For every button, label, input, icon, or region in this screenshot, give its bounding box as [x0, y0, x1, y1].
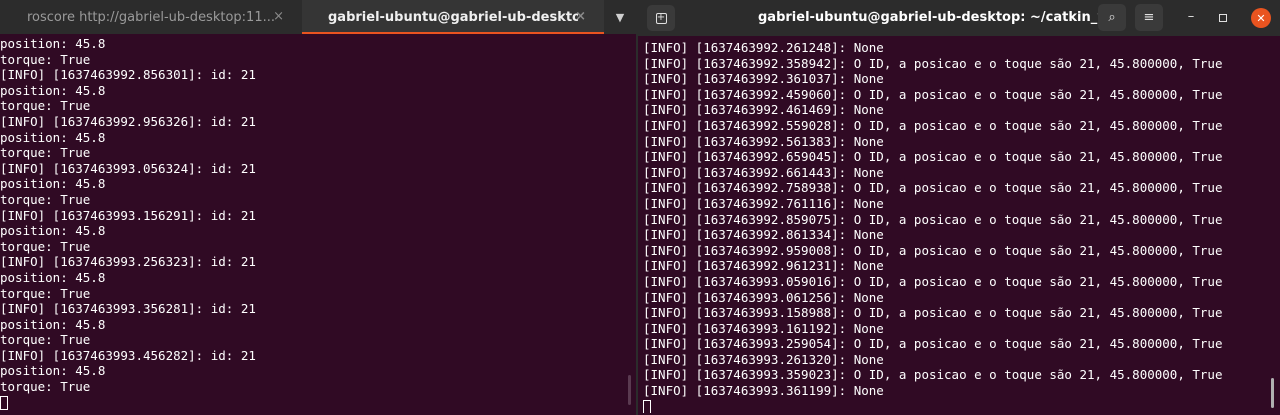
terminal-line: [INFO] [1637463992.956326]: id: 21 — [0, 113, 256, 129]
scrollbar[interactable] — [1271, 378, 1274, 408]
terminal-line: torque: True — [0, 285, 91, 301]
terminal-line: position: 45.8 — [0, 129, 106, 145]
terminal-line: [INFO] [1637463992.559028]: O ID, a posi… — [643, 117, 1223, 133]
close-button[interactable]: ✕ — [1251, 8, 1271, 28]
terminal-line: [INFO] [1637463993.158988]: O ID, a posi… — [643, 305, 1223, 321]
terminal-output-right[interactable]: [INFO] [1637463992.261248]: None [INFO] [… — [643, 40, 1273, 413]
terminal-line: torque: True — [0, 332, 91, 348]
terminal-line: [INFO] [1637463992.856301]: id: 21 — [0, 67, 256, 83]
terminal-line: [INFO] [1637463993.061256]: None — [643, 289, 884, 305]
tab-shell[interactable]: gabriel-ubuntu@gabriel-ub-desktop: ... × — [302, 0, 604, 34]
tab-roscore[interactable]: roscore http://gabriel-ub-desktop:11... … — [0, 0, 302, 34]
terminal-cursor — [0, 395, 8, 410]
terminal-line: [INFO] [1637463992.459060]: O ID, a posi… — [643, 86, 1223, 102]
terminal-line: torque: True — [0, 238, 91, 254]
prompt-line — [643, 399, 1273, 413]
terminal-line: torque: True — [0, 191, 91, 207]
terminal-line: [INFO] [1637463993.056324]: id: 21 — [0, 160, 256, 176]
right-terminal-window: + gabriel-ubuntu@gabriel-ub-desktop: ~/c… — [638, 0, 1280, 415]
tab-bar: roscore http://gabriel-ub-desktop:11... … — [0, 0, 636, 34]
close-icon: ✕ — [1256, 11, 1266, 25]
terminal-line: [INFO] [1637463992.561383]: None — [643, 133, 884, 149]
terminal-line: position: 45.8 — [0, 36, 106, 51]
header-bar: + gabriel-ubuntu@gabriel-ub-desktop: ~/c… — [638, 0, 1280, 36]
tab-label: gabriel-ubuntu@gabriel-ub-desktop: ... — [328, 9, 578, 25]
terminal-line: [INFO] [1637463992.661443]: None — [643, 164, 884, 180]
left-terminal-window: roscore http://gabriel-ub-desktop:11... … — [0, 0, 636, 415]
terminal-output-left[interactable]: position: 45.8 torque: True [INFO] [163746… — [0, 36, 630, 411]
terminal-line: torque: True — [0, 51, 91, 67]
terminal-line: [INFO] [1637463992.358942]: O ID, a posi… — [643, 55, 1223, 71]
terminal-line: position: 45.8 — [0, 223, 106, 239]
hamburger-menu-icon: ≡ — [1143, 10, 1155, 25]
new-tab-icon: + — [655, 12, 667, 24]
close-icon[interactable]: × — [273, 9, 284, 24]
terminal-line: [INFO] [1637463993.259054]: O ID, a posi… — [643, 336, 1223, 352]
terminal-line: [INFO] [1637463992.959008]: O ID, a posi… — [643, 242, 1223, 258]
tab-label: roscore http://gabriel-ub-desktop:11... — [27, 9, 275, 25]
terminal-line: [INFO] [1637463993.359023]: O ID, a posi… — [643, 367, 1223, 383]
terminal-line: [INFO] [1637463992.761116]: None — [643, 195, 884, 211]
minimize-icon: – — [1187, 9, 1195, 24]
terminal-line: position: 45.8 — [0, 82, 106, 98]
chevron-down-icon[interactable]: ▼ — [604, 0, 636, 34]
scrollbar[interactable] — [628, 375, 631, 405]
terminal-line: torque: True — [0, 145, 91, 161]
maximize-button[interactable] — [1215, 10, 1231, 26]
terminal-line: [INFO] [1637463992.361037]: None — [643, 71, 884, 87]
terminal-line: [INFO] [1637463992.659045]: O ID, a posi… — [643, 149, 1223, 165]
terminal-line: [INFO] [1637463993.156291]: id: 21 — [0, 207, 256, 223]
terminal-line: [INFO] [1637463992.861334]: None — [643, 227, 884, 243]
new-tab-button[interactable]: + — [647, 5, 675, 31]
terminal-line: [INFO] [1637463993.456282]: id: 21 — [0, 347, 256, 363]
terminal-line: [INFO] [1637463993.059016]: O ID, a posi… — [643, 273, 1223, 289]
maximize-icon — [1219, 14, 1227, 22]
window-title: gabriel-ubuntu@gabriel-ub-desktop: ~/cat… — [758, 10, 1117, 25]
terminal-line: [INFO] [1637463992.859075]: O ID, a posi… — [643, 211, 1223, 227]
minimize-button[interactable]: – — [1183, 10, 1199, 26]
terminal-line: torque: True — [0, 379, 91, 395]
terminal-line: [INFO] [1637463992.961231]: None — [643, 258, 884, 274]
terminal-line: [INFO] [1637463993.256323]: id: 21 — [0, 254, 256, 270]
terminal-line: position: 45.8 — [0, 363, 106, 379]
prompt-line — [0, 395, 630, 411]
search-button[interactable]: ⌕ — [1098, 4, 1126, 31]
terminal-line: position: 45.8 — [0, 269, 106, 285]
terminal-cursor — [643, 399, 651, 413]
terminal-line: [INFO] [1637463992.758938]: O ID, a posi… — [643, 180, 1223, 196]
terminal-line: [INFO] [1637463993.161192]: None — [643, 320, 884, 336]
terminal-line: [INFO] [1637463993.261320]: None — [643, 351, 884, 367]
terminal-line: position: 45.8 — [0, 316, 106, 332]
terminal-line: [INFO] [1637463993.361199]: None — [643, 383, 884, 399]
terminal-line: position: 45.8 — [0, 176, 106, 192]
menu-button[interactable]: ≡ — [1135, 4, 1163, 31]
terminal-line: torque: True — [0, 98, 91, 114]
close-icon[interactable]: × — [575, 9, 586, 24]
terminal-line: [INFO] [1637463993.356281]: id: 21 — [0, 301, 256, 317]
terminal-line: [INFO] [1637463992.461469]: None — [643, 102, 884, 118]
search-icon: ⌕ — [1108, 10, 1116, 25]
terminal-line: [INFO] [1637463992.261248]: None — [643, 40, 884, 55]
